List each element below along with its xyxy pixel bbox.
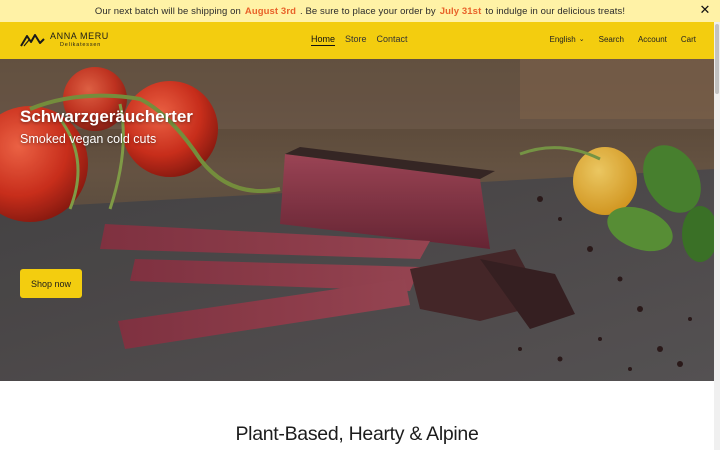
page-scrollbar[interactable] [714,22,720,450]
brand-subtitle: Delikatessen [60,41,102,48]
nav-home[interactable]: Home [311,34,336,46]
language-label: English [549,35,576,44]
site-header: ANNA MERU Delikatessen Home Store Contac… [0,22,714,59]
order-date: July 31st [439,5,482,17]
hero-title: Schwarzgeräucherter [20,107,193,126]
section-heading: Plant-Based, Hearty & Alpine [235,423,479,445]
search-link[interactable]: Search [599,35,624,44]
brand-name: ANNA MERU [50,30,109,41]
mountain-logo-icon [20,34,45,47]
ship-date: August 3rd [244,5,297,17]
nav-store[interactable]: Store [345,34,367,46]
chevron-down-icon: ⌄ [578,36,585,43]
language-selector[interactable]: English ⌄ [549,35,584,44]
nav-contact[interactable]: Contact [377,34,408,46]
scrollbar-thumb[interactable] [715,24,719,94]
announcement-text-before: Our next batch will be shipping on [94,5,241,17]
announcement-text-after: to indulge in our delicious treats! [485,5,626,17]
hero-banner: Schwarzgeräucherter Smoked vegan cold cu… [0,59,714,381]
shop-now-button[interactable]: Shop now [20,269,82,298]
announcement-bar: Our next batch will be shipping on Augus… [0,0,720,22]
close-icon[interactable]: ✕ [698,3,712,17]
account-link[interactable]: Account [638,35,667,44]
header-utilities: English ⌄ Search Account Cart [549,35,696,44]
main-nav: Home Store Contact [311,34,408,46]
brand-logo[interactable]: ANNA MERU Delikatessen [20,31,109,49]
announcement-text-middle: . Be sure to place your order by [300,5,436,17]
hero-subtitle: Smoked vegan cold cuts [20,132,157,146]
cart-link[interactable]: Cart [681,35,696,44]
